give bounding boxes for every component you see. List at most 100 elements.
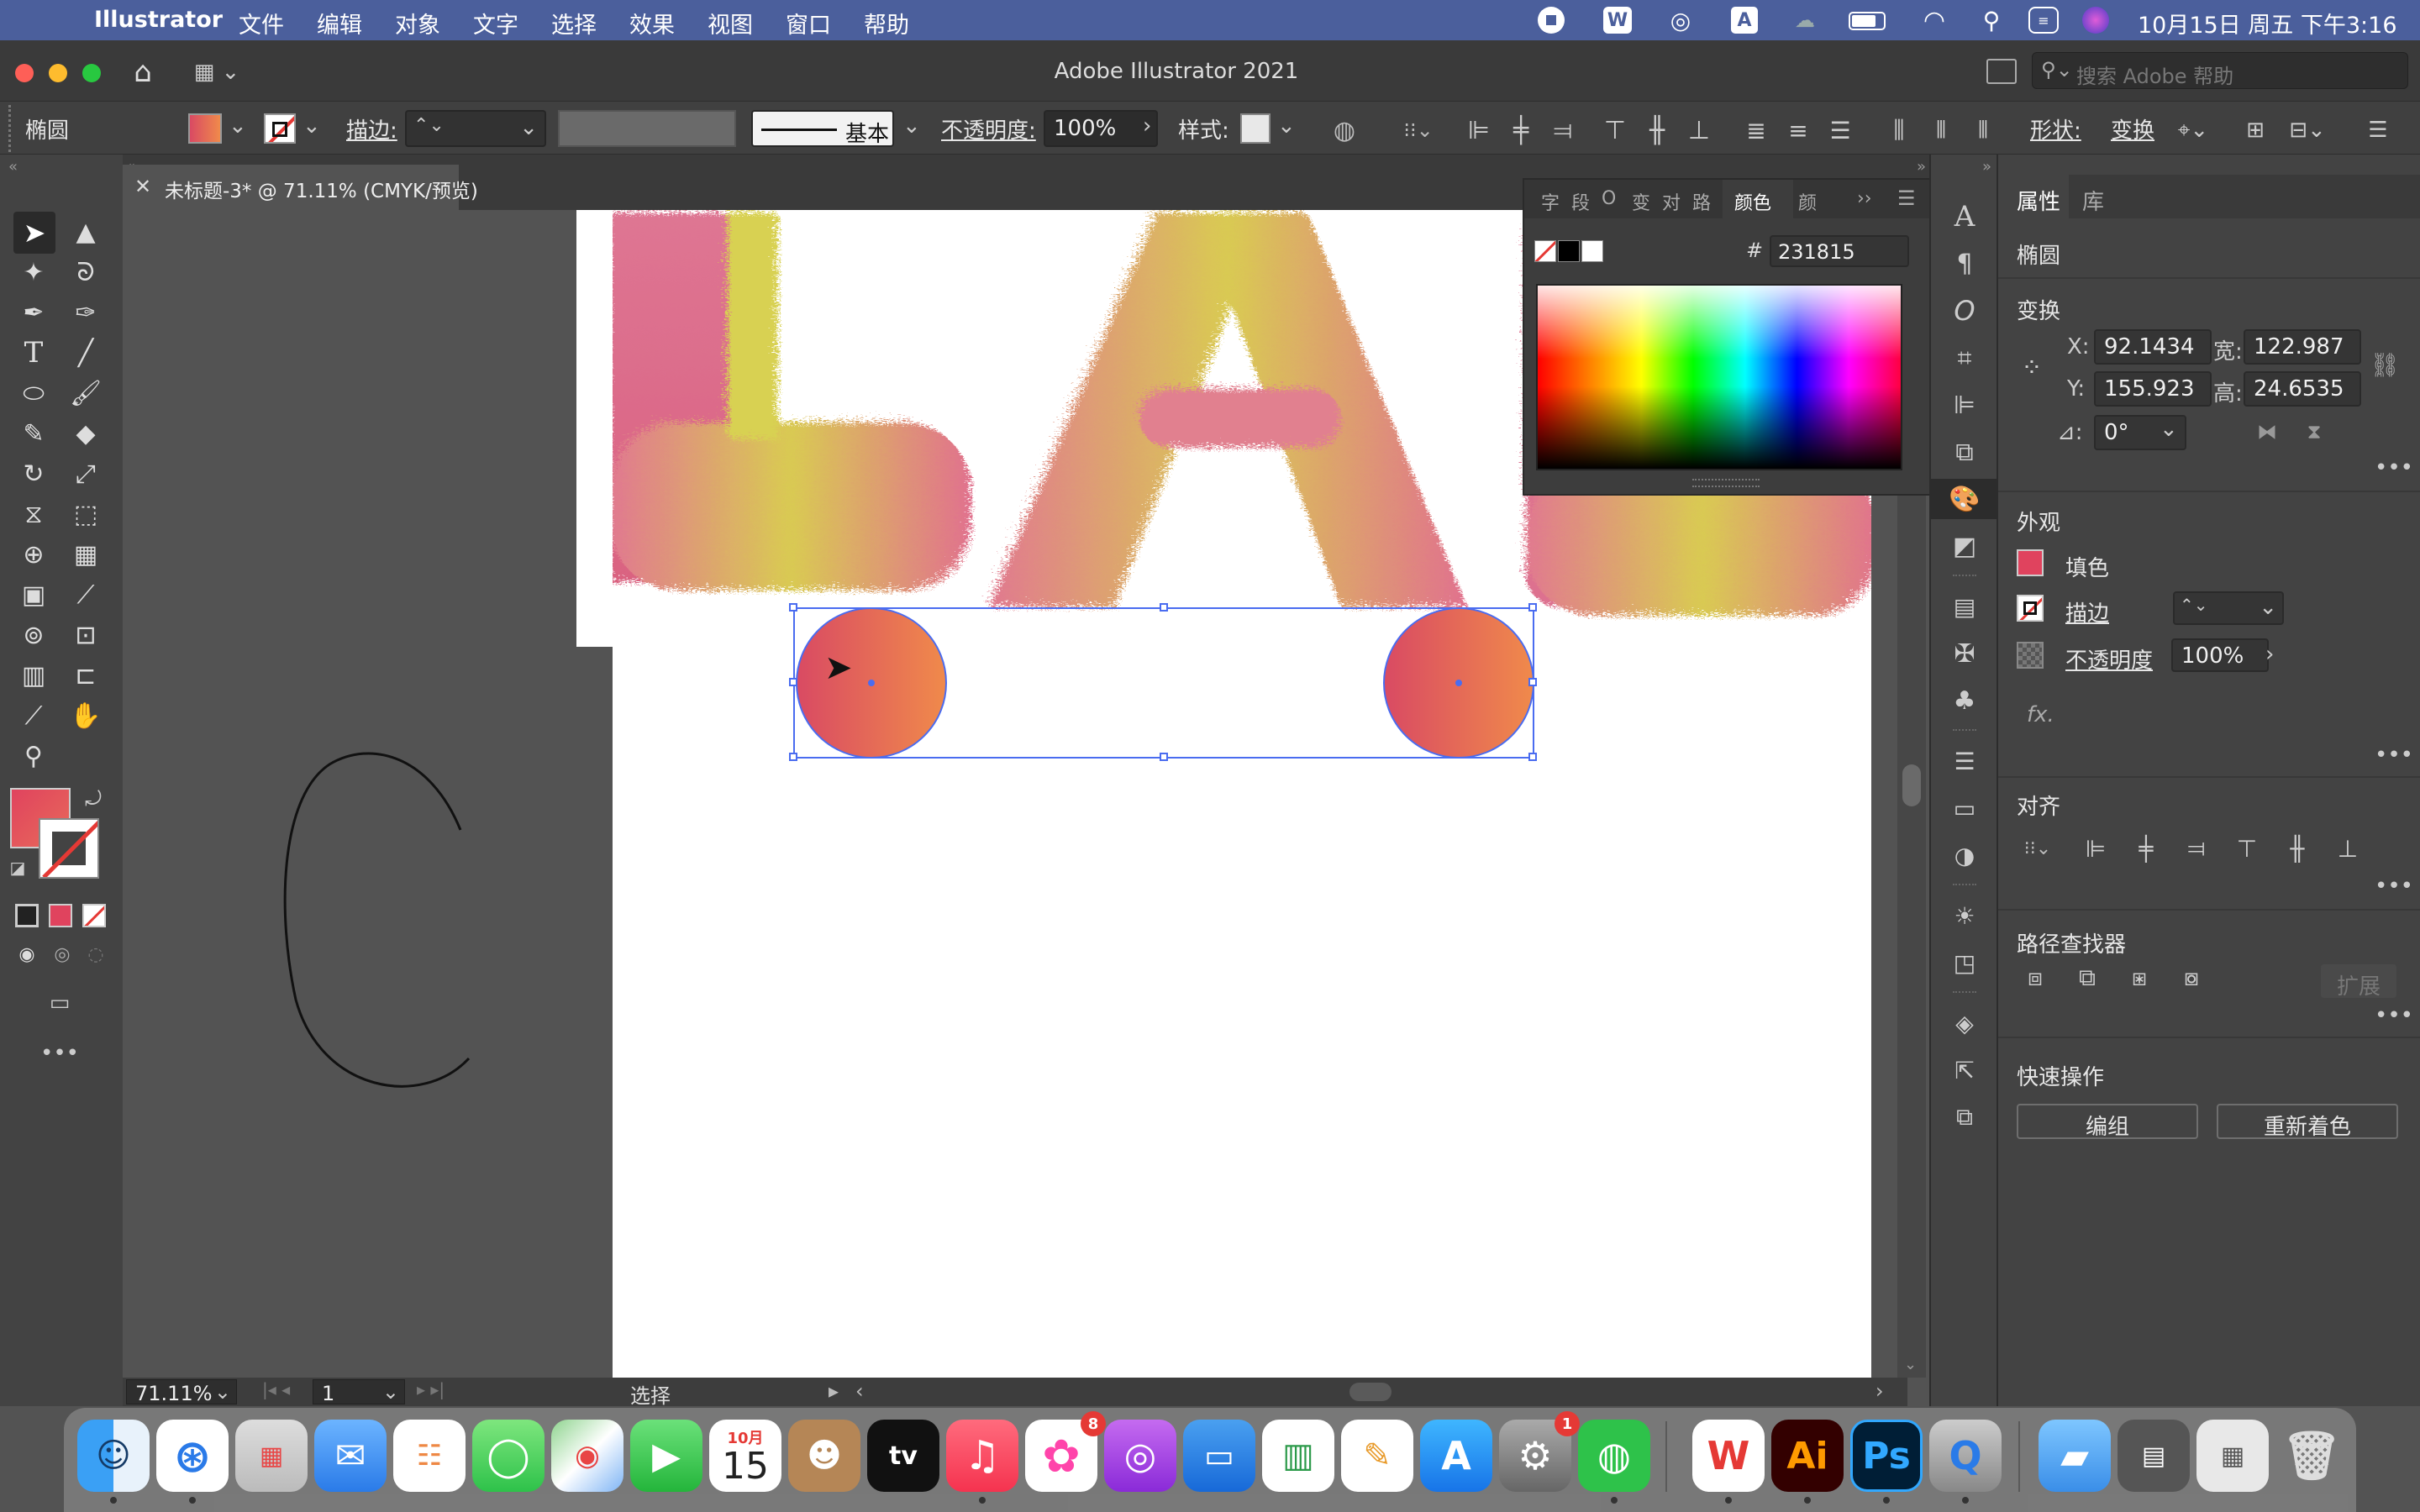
more-tabs-icon[interactable]: ›› xyxy=(1857,188,1872,209)
stroke-label[interactable]: 描边: xyxy=(346,113,397,144)
align-hcenter-icon[interactable]: ╪ xyxy=(1504,113,1538,147)
weather-icon[interactable]: ☁ xyxy=(1791,7,1818,34)
white-swatch[interactable] xyxy=(1581,240,1603,262)
wps-status-icon[interactable]: W xyxy=(1603,7,1632,34)
graphic-style-swatch[interactable] xyxy=(1240,113,1270,144)
screen-mode-icon[interactable]: ▭ xyxy=(39,986,81,1020)
brush-dropdown-icon[interactable]: ⌄ xyxy=(902,113,921,139)
menu-window[interactable]: 窗口 xyxy=(786,7,831,39)
menu-edit[interactable]: 编辑 xyxy=(317,7,362,39)
exclude-icon[interactable]: ⧇ xyxy=(2175,961,2208,995)
appearance-stroke-weight[interactable]: ⌃⌄ ⌄ xyxy=(2173,591,2284,625)
zoom-level-field[interactable]: 71.11% ⌄ xyxy=(126,1379,237,1405)
calendar-icon[interactable]: 10月 15 xyxy=(709,1420,781,1492)
stroke-weight-field[interactable]: ⌃⌄ ⌄ xyxy=(405,110,546,147)
apple-tv-icon[interactable]: tv xyxy=(867,1420,939,1492)
align-vcenter-icon[interactable]: ╫ xyxy=(1640,113,1674,147)
align-top-icon[interactable]: ⊤ xyxy=(1598,113,1632,147)
pathfinder-more-icon[interactable]: ••• xyxy=(2375,1003,2413,1028)
scale-tool-icon[interactable]: ⤢ xyxy=(69,457,103,491)
scroll-down-icon[interactable]: ⌄ xyxy=(1904,1356,1917,1373)
wechat-status-icon[interactable]: ◎ xyxy=(1664,5,1697,35)
app-store-icon[interactable]: A xyxy=(1420,1420,1492,1492)
constrain-proportions-icon[interactable]: ⛓ xyxy=(2368,348,2402,381)
collapse-toolbar-icon[interactable]: « xyxy=(8,158,18,176)
menu-view[interactable]: 视图 xyxy=(708,7,753,39)
brush-definition-dropdown[interactable]: 基本 xyxy=(751,110,894,147)
resize-handle-tr[interactable] xyxy=(1528,603,1537,612)
gradient-panel-icon[interactable]: ▭ xyxy=(1931,788,1998,828)
clock[interactable]: 10月15日 周五 下午3:16 xyxy=(2138,7,2397,39)
align-more-icon[interactable]: ••• xyxy=(2375,874,2413,899)
perspective-grid-tool-icon[interactable]: ▦ xyxy=(69,538,103,571)
rotate-tool-icon[interactable]: ↻ xyxy=(17,457,50,491)
tab-align[interactable]: 对 xyxy=(1662,188,1681,215)
color-panel-icon[interactable]: 🎨 xyxy=(1931,479,1998,519)
opacity-field[interactable]: 100% xyxy=(1044,110,1158,147)
magic-wand-tool-icon[interactable]: ✦ xyxy=(17,255,50,289)
align-to-icon[interactable]: ⁝⁝⌄ xyxy=(1395,113,1442,147)
blend-tool-icon[interactable]: ⊚ xyxy=(17,618,50,652)
control-bar-menu-icon[interactable]: ☰ xyxy=(2361,113,2395,147)
last-artboard-icon[interactable]: ▸ ▸| xyxy=(417,1379,445,1399)
tab-opentype[interactable]: O xyxy=(1602,188,1616,209)
x-input[interactable]: 92.1434 xyxy=(2094,329,2212,365)
vertical-scroll-thumb[interactable] xyxy=(1902,764,1921,806)
line-tool-icon[interactable]: ╱ xyxy=(69,336,103,370)
hex-input[interactable]: 231815 xyxy=(1770,235,1909,267)
reminders-icon[interactable]: ☷ xyxy=(393,1420,466,1492)
expand-button[interactable]: 扩展 xyxy=(2321,964,2396,1000)
brushes-panel-icon[interactable]: ✠ xyxy=(1931,633,1998,674)
align-bottom-icon[interactable]: ⊥ xyxy=(1682,113,1716,147)
artboards-panel-icon[interactable]: ⧉ xyxy=(1931,1097,1998,1137)
distribute-top-icon[interactable]: ≣ xyxy=(1739,113,1773,147)
appearance-more-icon[interactable]: ••• xyxy=(2375,743,2413,768)
first-artboard-icon[interactable]: |◂ ◂ xyxy=(262,1379,290,1399)
color-guide-panel-icon[interactable]: ◩ xyxy=(1931,526,1998,566)
appearance-opacity-expand-icon[interactable]: › xyxy=(2265,642,2274,667)
resize-handle-tc[interactable] xyxy=(1160,603,1168,612)
symbols-panel-icon[interactable]: ♣ xyxy=(1931,680,1998,721)
intersect-icon[interactable]: ⧆ xyxy=(2123,961,2156,995)
expand-panels-icon[interactable]: » xyxy=(1982,158,1991,176)
transform-more-icon[interactable]: ••• xyxy=(2375,455,2413,480)
tab-libraries[interactable]: 库 xyxy=(2082,185,2104,216)
recent-file-stack-icon[interactable]: ▤ xyxy=(2118,1420,2190,1492)
prop-align-bottom-icon[interactable]: ⊥ xyxy=(2331,832,2365,865)
align-right-icon[interactable]: ⫤ xyxy=(1546,113,1580,147)
battery-icon[interactable] xyxy=(1849,12,1886,30)
direct-selection-tool-icon[interactable]: ▲ xyxy=(69,215,103,249)
resize-handle-mr[interactable] xyxy=(1528,678,1537,686)
tab-color[interactable]: 颜色 xyxy=(1723,180,1793,218)
opacity-expand-icon[interactable]: › xyxy=(1143,113,1151,139)
paintbrush-tool-icon[interactable]: 🖌 xyxy=(69,376,103,410)
transform-label[interactable]: 变换 xyxy=(2111,113,2154,144)
photos-icon[interactable]: ✿ 8 xyxy=(1025,1411,1106,1492)
default-colors-icon[interactable]: ◪ xyxy=(7,857,29,879)
group-button[interactable]: 编组 xyxy=(2017,1104,2198,1140)
menu-type[interactable]: 文字 xyxy=(473,7,518,39)
messages-icon[interactable]: ◯ xyxy=(472,1420,544,1492)
menu-select[interactable]: 选择 xyxy=(551,7,597,39)
stroke-swatch[interactable] xyxy=(264,113,296,144)
illustrator-icon[interactable]: Ai xyxy=(1771,1420,1844,1492)
artboard-tool-icon[interactable]: ⊏ xyxy=(69,659,103,692)
panel-resize-grip[interactable] xyxy=(1692,479,1760,487)
outline-curve[interactable] xyxy=(279,731,531,1117)
graphic-styles-panel-icon[interactable]: ◳ xyxy=(1931,942,1998,983)
spotlight-icon[interactable]: ⚲ xyxy=(1976,5,2007,35)
wps-icon[interactable]: W xyxy=(1692,1420,1765,1492)
podcasts-icon[interactable]: ◎ xyxy=(1104,1420,1176,1492)
scroll-left-icon[interactable]: ‹ xyxy=(855,1379,864,1403)
pathfinder-panel-icon[interactable]: ⧉ xyxy=(1931,432,1998,472)
none-swatch[interactable] xyxy=(1534,240,1556,262)
align-panel-icon[interactable]: ⊫ xyxy=(1931,385,1998,425)
edit-toolbar-icon[interactable]: ••• xyxy=(39,1037,81,1070)
stroke-panel-icon[interactable]: ☰ xyxy=(1931,741,1998,781)
draw-normal-icon[interactable]: ◉ xyxy=(12,939,42,969)
unite-icon[interactable]: ⧈ xyxy=(2018,961,2052,995)
ellipse-tool-icon[interactable]: ⬭ xyxy=(17,376,50,410)
tab-color-guide[interactable]: 颜 xyxy=(1798,188,1817,215)
color-spectrum[interactable] xyxy=(1536,284,1902,470)
width-tool-icon[interactable]: ⧖ xyxy=(17,497,50,531)
